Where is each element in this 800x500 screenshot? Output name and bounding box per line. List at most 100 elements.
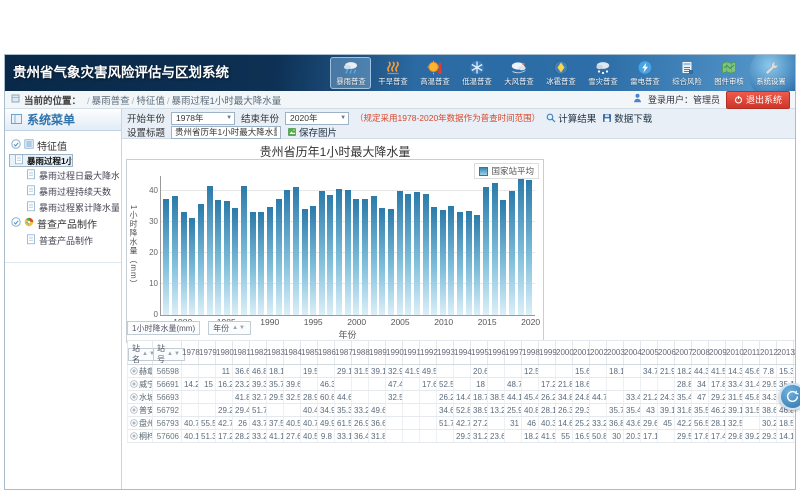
year-header[interactable]: 1997	[505, 341, 522, 365]
year-header[interactable]: 1985	[301, 341, 318, 365]
toolbar-item-map-review[interactable]: 图件审核	[708, 57, 749, 89]
year-header[interactable]: 1987	[335, 341, 352, 365]
tree-group[interactable]: 特征值	[9, 137, 119, 154]
toolbar-item-wind[interactable]: 大风普查	[498, 57, 539, 89]
year-header[interactable]: 2003	[607, 341, 624, 365]
floating-assistant-button[interactable]	[779, 383, 800, 410]
toolbar-item-rainstorm[interactable]: 暴雨普查	[330, 57, 371, 89]
breadcrumb-link[interactable]: 暴雨普查	[92, 96, 130, 107]
expand-row-icon[interactable]	[130, 406, 138, 416]
save-image-button[interactable]: 保存图片	[287, 125, 337, 139]
year-header[interactable]: 1996	[488, 341, 505, 365]
tree-item[interactable]: 普查产品制作	[9, 232, 119, 248]
bar-2002	[371, 196, 377, 315]
tree-item[interactable]: 暴雨过程累计降水量	[9, 199, 119, 215]
year-header[interactable]: 1999	[539, 341, 556, 365]
year-header[interactable]: 2014	[794, 341, 796, 365]
year-header[interactable]: 1988	[352, 341, 369, 365]
calculate-button[interactable]: 计算结果	[546, 111, 596, 125]
start-year-select[interactable]: 1978年▼	[171, 112, 235, 125]
year-header[interactable]: 1978	[182, 341, 199, 365]
year-header[interactable]: 2007	[675, 341, 692, 365]
value-cell: 44.6	[335, 391, 352, 404]
value-cell: 29.2	[709, 391, 726, 404]
year-header[interactable]: 2002	[590, 341, 607, 365]
sort-station-id[interactable]: 站号▲▼	[153, 348, 185, 361]
toolbar-item-lightning[interactable]: 雷电普查	[624, 57, 665, 89]
bar-2003	[379, 208, 385, 315]
year-header[interactable]: 1998	[522, 341, 539, 365]
tree-item-label: 暴雨过程1小时最大降水量	[27, 155, 73, 167]
tree-item[interactable]: 暴雨过程持续天数	[9, 183, 119, 199]
value-cell: 52.5	[437, 378, 454, 391]
year-header[interactable]: 2006	[658, 341, 675, 365]
metric-filter-chip[interactable]: 1小时降水量(mm)	[127, 321, 200, 335]
year-header[interactable]: 1981	[233, 341, 250, 365]
toolbar-item-snow[interactable]: 雪灾普查	[582, 57, 623, 89]
year-header[interactable]: 2013	[777, 341, 794, 365]
expander-icon[interactable]	[11, 217, 21, 230]
value-cell: 35.8	[794, 417, 796, 430]
table-row[interactable]: 赫章565981136.646.818.119.529.131.539.132.…	[128, 365, 796, 378]
tree-group-label: 普查产品制作	[37, 216, 97, 231]
table-row[interactable]: 桐梓5760640.151.317.228.233.241.127.640.59…	[128, 430, 796, 443]
expander-icon[interactable]	[11, 139, 21, 152]
year-header[interactable]: 2004	[624, 341, 641, 365]
year-header[interactable]: 1993	[437, 341, 454, 365]
year-header[interactable]: 1986	[318, 341, 335, 365]
year-header[interactable]: 2009	[709, 341, 726, 365]
toolbar-item-drought[interactable]: 干旱普查	[372, 57, 413, 89]
year-header[interactable]: 2011	[743, 341, 760, 365]
year-header[interactable]: 1992	[420, 341, 437, 365]
tree-group[interactable]: 普查产品制作	[9, 215, 119, 232]
expand-row-icon[interactable]	[130, 419, 138, 429]
year-header[interactable]: 2008	[692, 341, 709, 365]
year-header[interactable]: 1979	[199, 341, 216, 365]
year-header[interactable]: 1994	[454, 341, 471, 365]
tree-item[interactable]: 暴雨过程1小时最大降水量	[9, 154, 73, 167]
expand-row-icon[interactable]	[130, 393, 138, 403]
year-header[interactable]: 2001	[573, 341, 590, 365]
logout-button[interactable]: 退出系统	[726, 91, 790, 109]
breadcrumb-link[interactable]: 特征值	[136, 96, 165, 107]
year-header[interactable]: 1980	[216, 341, 233, 365]
toolbar-item-low-temp[interactable]: 低温普查	[456, 57, 497, 89]
value-cell: 36.8	[607, 417, 624, 430]
table-row[interactable]: 威宁5669114.21516.223.239.335.739.646.347.…	[128, 378, 796, 391]
year-header[interactable]: 1989	[369, 341, 386, 365]
year-sort-chip[interactable]: 年份▲▼	[208, 321, 251, 335]
table-row[interactable]: 水城5669341.832.729.532.528.960.644.632.52…	[128, 391, 796, 404]
value-cell: 32.9	[386, 365, 403, 378]
year-header[interactable]: 2010	[726, 341, 743, 365]
year-header[interactable]: 1991	[403, 341, 420, 365]
value-cell: 49.6	[369, 404, 386, 417]
end-year-select[interactable]: 2020年▼	[285, 112, 349, 125]
value-cell: 29.6	[641, 417, 658, 430]
breadcrumb-link[interactable]: 暴雨过程1小时最大降水量	[171, 96, 281, 107]
year-header[interactable]: 2005	[641, 341, 658, 365]
year-header[interactable]: 1990	[386, 341, 403, 365]
table-row[interactable]: 盘州5679340.755.542.72643.737.540.540.749.…	[128, 417, 796, 430]
year-header[interactable]: 2012	[760, 341, 777, 365]
bar-2018	[509, 191, 515, 315]
toolbar-item-comprehensive-risk[interactable]: 综合风险	[666, 57, 707, 89]
toolbar-item-high-temp[interactable]: 高温普查	[414, 57, 455, 89]
value-cell: 7.8	[760, 365, 777, 378]
value-cell: 51.7	[250, 404, 267, 417]
year-header[interactable]: 1984	[284, 341, 301, 365]
year-header[interactable]: 2000	[556, 341, 573, 365]
year-header[interactable]: 1982	[250, 341, 267, 365]
tree-item[interactable]: 暴雨过程日最大降水量	[9, 167, 119, 183]
toolbar-item-hail[interactable]: 冰雹普查	[540, 57, 581, 89]
chart-title-input[interactable]	[171, 126, 281, 139]
expand-row-icon[interactable]	[130, 367, 138, 377]
toolbar-item-system-settings[interactable]: 系统设置	[750, 57, 791, 89]
year-header[interactable]: 1995	[471, 341, 488, 365]
value-cell: 56.5	[692, 417, 709, 430]
year-header[interactable]: 1983	[267, 341, 284, 365]
value-cell: 38.5	[488, 391, 505, 404]
table-row[interactable]: 普安5679229.229.451.740.434.935.333.249.63…	[128, 404, 796, 417]
data-download-button[interactable]: 数据下载	[602, 111, 652, 125]
expand-row-icon[interactable]	[130, 380, 138, 390]
expand-row-icon[interactable]	[130, 432, 138, 442]
